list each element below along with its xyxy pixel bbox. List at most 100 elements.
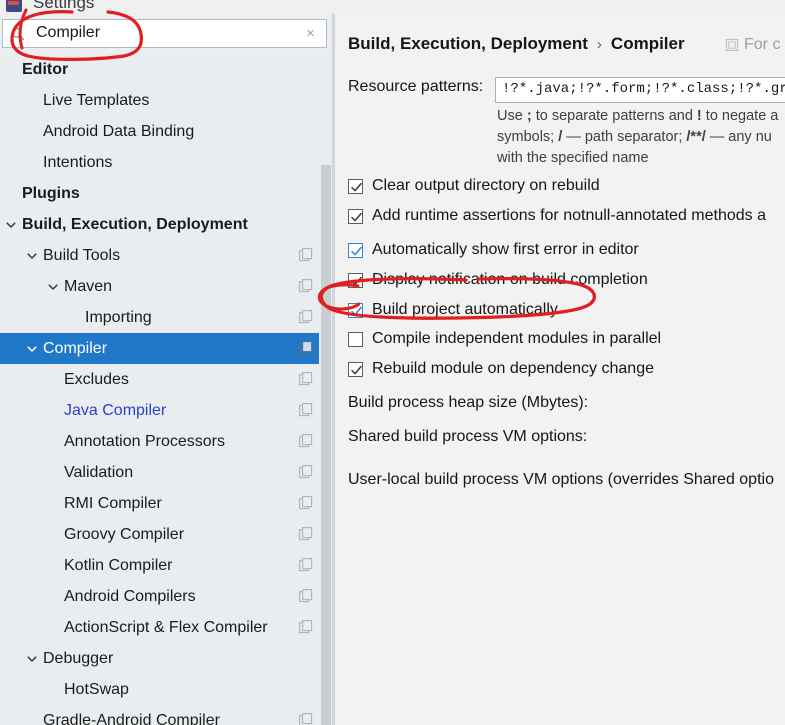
- chevron-down-icon[interactable]: [26, 343, 38, 355]
- sidebar-item-debugger[interactable]: Debugger: [0, 643, 332, 674]
- resource-patterns-input[interactable]: !?*.java;!?*.form;!?*.class;!?*.gro: [495, 77, 785, 103]
- hint-line-2: symbols; / — path separator; /**/ — any …: [497, 129, 772, 145]
- sidebar-item-label: Importing: [85, 309, 152, 326]
- project-scope-icon: [299, 279, 313, 293]
- sidebar-item-rmi-compiler[interactable]: RMI Compiler: [0, 488, 332, 519]
- sidebar-item-live-templates[interactable]: Live Templates: [0, 85, 332, 116]
- sidebar-item-label: Build, Execution, Deployment: [22, 216, 248, 233]
- sidebar-item-label: ActionScript & Flex Compiler: [64, 619, 268, 636]
- sidebar-item-annotation-processors[interactable]: Annotation Processors: [0, 426, 332, 457]
- checkbox-checked-icon[interactable]: [348, 208, 363, 224]
- checkbox-checked-icon[interactable]: [348, 178, 363, 194]
- sidebar-item-label: Android Compilers: [64, 588, 196, 605]
- project-scope-icon: [299, 248, 313, 262]
- search-icon: [11, 27, 25, 41]
- checkbox-label: Display notification on build completion: [372, 271, 648, 288]
- sidebar-item-build-execution-deployment[interactable]: Build, Execution, Deployment: [0, 209, 332, 240]
- chevron-down-icon[interactable]: [5, 219, 17, 231]
- sidebar-item-label: Live Templates: [43, 92, 150, 109]
- breadcrumb-root[interactable]: Build, Execution, Deployment: [348, 34, 588, 54]
- window-titlebar: Settings: [0, 0, 785, 13]
- sidebar-item-maven[interactable]: Maven: [0, 271, 332, 302]
- sidebar-item-importing[interactable]: Importing: [0, 302, 332, 333]
- for-current-project-text: For c: [744, 36, 781, 53]
- checkbox-label: Build project automatically: [372, 301, 558, 318]
- sidebar-scrollbar-track[interactable]: [319, 54, 332, 725]
- checkbox-checked-icon[interactable]: [348, 272, 363, 288]
- checkbox-unchecked-icon[interactable]: [348, 331, 363, 347]
- field-label-2: User-local build process VM options (ove…: [348, 471, 774, 488]
- sidebar-item-groovy-compiler[interactable]: Groovy Compiler: [0, 519, 332, 550]
- project-scope-icon: [299, 403, 313, 417]
- settings-tree[interactable]: Editor Live Templates Android Data Binding…: [0, 54, 332, 725]
- sidebar-item-label: Editor: [22, 61, 69, 78]
- breadcrumb-separator-icon: ›: [596, 36, 602, 53]
- checkbox-checked-icon[interactable]: [348, 242, 363, 258]
- sidebar-item-android-data-binding[interactable]: Android Data Binding: [0, 116, 332, 147]
- sidebar-item-java-compiler[interactable]: Java Compiler: [0, 395, 332, 426]
- checkbox-checked-icon[interactable]: [348, 361, 363, 377]
- clear-search-icon[interactable]: ×: [303, 26, 318, 41]
- breadcrumb: Build, Execution, Deployment › Compiler: [348, 34, 685, 54]
- checkbox-label: Add runtime assertions for notnull-annot…: [372, 207, 767, 224]
- checkbox-display-notification-on-build-completion[interactable]: Display notification on build completion: [348, 269, 785, 291]
- field-label-0: Build process heap size (Mbytes):: [348, 394, 589, 411]
- search-input[interactable]: Compiler ×: [2, 19, 327, 48]
- checkbox-clear-output-directory-on-rebuild[interactable]: Clear output directory on rebuild: [348, 175, 785, 197]
- sidebar-item-label: Kotlin Compiler: [64, 557, 173, 574]
- breadcrumb-current: Compiler: [610, 34, 685, 53]
- sidebar-item-validation[interactable]: Validation: [0, 457, 332, 488]
- resource-patterns-value: !?*.java;!?*.form;!?*.class;!?*.gro: [502, 81, 785, 97]
- compiler-settings-panel: Build, Execution, Deployment › Compiler …: [335, 13, 785, 725]
- checkbox-automatically-show-first-error-in-editor[interactable]: Automatically show first error in editor: [348, 239, 785, 261]
- checkbox-compile-independent-modules-in-parallel[interactable]: Compile independent modules in parallel: [348, 328, 785, 350]
- checkbox-label: Compile independent modules in parallel: [372, 330, 662, 347]
- sidebar-item-label: Excludes: [64, 371, 129, 388]
- intellij-idea-icon: [6, 0, 22, 12]
- resource-patterns-hint: Use ; to separate patterns and ! to nega…: [497, 106, 785, 169]
- checkbox-rebuild-module-on-dependency-change[interactable]: Rebuild module on dependency change: [348, 358, 785, 380]
- sidebar-item-compiler[interactable]: Compiler: [0, 333, 332, 364]
- sidebar-item-plugins[interactable]: Plugins: [0, 178, 332, 209]
- settings-dialog: Settings Compiler × Editor Live Templates…: [0, 0, 785, 725]
- field-label-1: Shared build process VM options:: [348, 428, 588, 445]
- sidebar-item-hotswap[interactable]: HotSwap: [0, 674, 332, 705]
- checkbox-label: Rebuild module on dependency change: [372, 360, 654, 377]
- sidebar-scrollbar-thumb[interactable]: [321, 165, 331, 725]
- for-current-project-label: For c: [725, 36, 780, 54]
- project-scope-icon: [299, 589, 313, 603]
- resource-patterns-label: Resource patterns:: [348, 78, 484, 95]
- project-scope-icon: [299, 558, 313, 572]
- sidebar-item-label: Annotation Processors: [64, 433, 225, 450]
- project-scope-icon: [299, 527, 313, 541]
- chevron-down-icon[interactable]: [47, 281, 59, 293]
- sidebar-item-label: Plugins: [22, 185, 80, 202]
- sidebar-item-kotlin-compiler[interactable]: Kotlin Compiler: [0, 550, 332, 581]
- window-title: Settings: [33, 0, 95, 12]
- sidebar-item-intentions[interactable]: Intentions: [0, 147, 332, 178]
- search-bar: Compiler ×: [0, 13, 332, 54]
- sidebar-item-label: Groovy Compiler: [64, 526, 185, 543]
- sidebar-item-label: Compiler: [43, 340, 108, 357]
- project-scope-icon: [299, 434, 313, 448]
- chevron-down-icon[interactable]: [26, 653, 38, 665]
- sidebar-item-excludes[interactable]: Excludes: [0, 364, 332, 395]
- checkbox-label: Clear output directory on rebuild: [372, 177, 600, 194]
- sidebar-item-android-compilers[interactable]: Android Compilers: [0, 581, 332, 612]
- checkbox-build-project-automatically[interactable]: Build project automatically: [348, 299, 785, 321]
- sidebar-item-actionscript-flex-compiler[interactable]: ActionScript & Flex Compiler: [0, 612, 332, 643]
- sidebar-item-editor[interactable]: Editor: [0, 54, 332, 85]
- project-scope-icon: [299, 713, 313, 725]
- sidebar-item-build-tools[interactable]: Build Tools: [0, 240, 332, 271]
- sidebar-item-label: Build Tools: [43, 247, 121, 264]
- hint-line-3: with the specified name: [497, 150, 649, 166]
- sidebar-item-gradle-android-compiler[interactable]: Gradle-Android Compiler: [0, 705, 332, 725]
- checkbox-add-runtime-assertions-for-notnull-annotated-methods-a[interactable]: Add runtime assertions for notnull-annot…: [348, 205, 785, 227]
- checkbox-checked-icon[interactable]: [348, 302, 363, 318]
- sidebar-item-label: RMI Compiler: [64, 495, 162, 512]
- project-scope-icon: [299, 310, 313, 324]
- sidebar-item-label: Android Data Binding: [43, 123, 195, 140]
- project-scope-icon: [299, 465, 313, 479]
- chevron-down-icon[interactable]: [26, 250, 38, 262]
- sidebar-item-label: Maven: [64, 278, 113, 295]
